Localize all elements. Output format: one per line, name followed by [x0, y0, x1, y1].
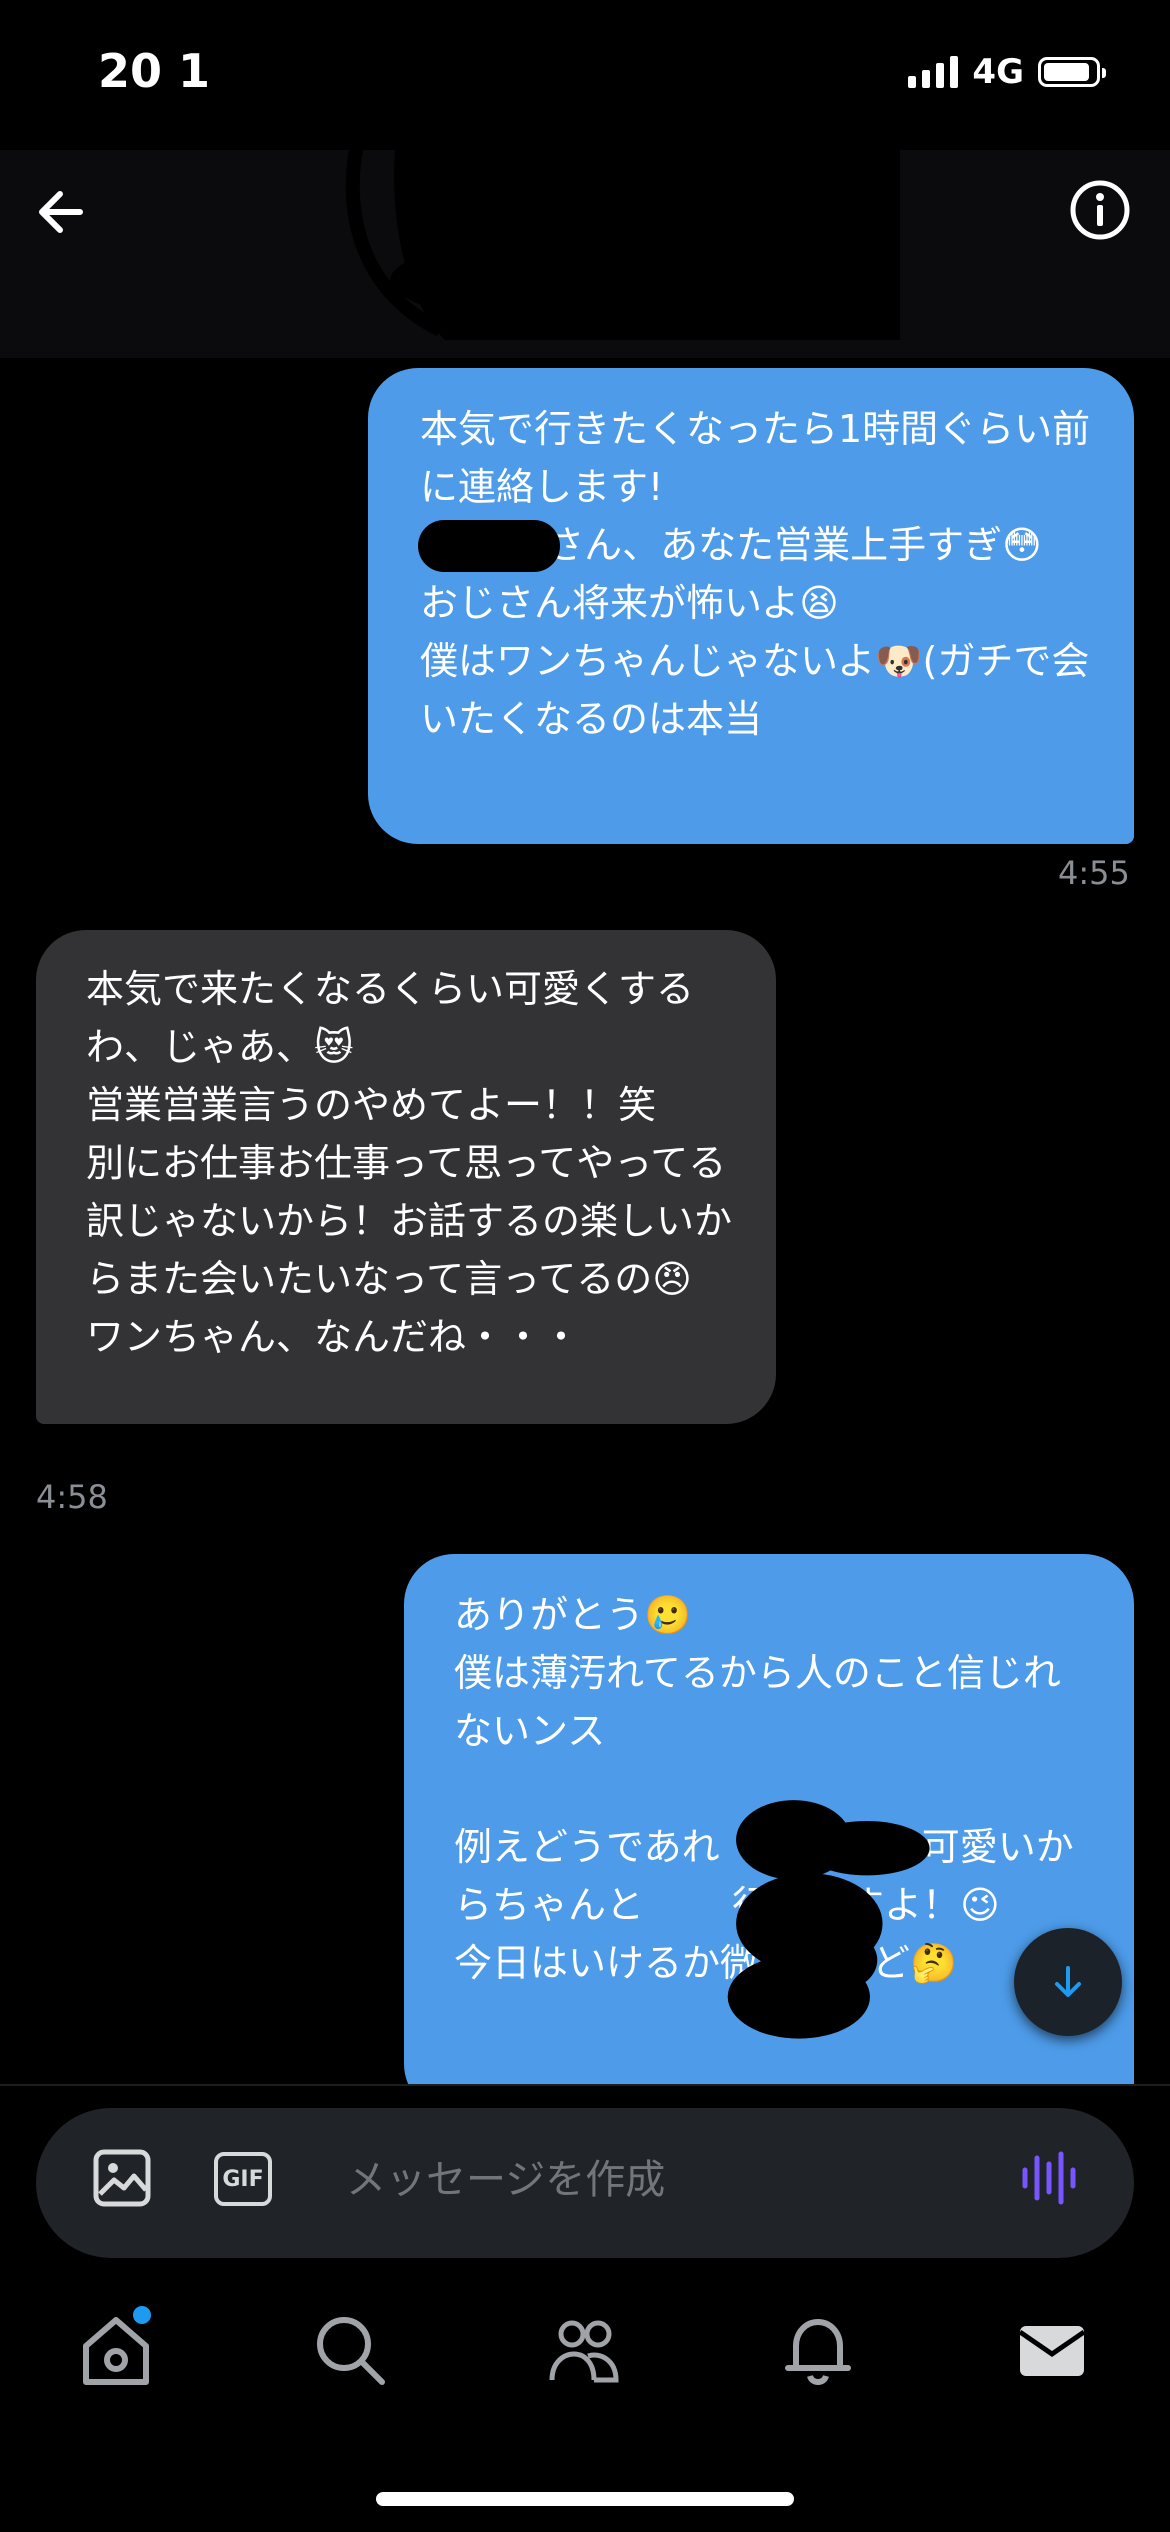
bell-icon[interactable] — [778, 2310, 858, 2390]
redacted-name — [727, 1800, 930, 2039]
message-bubble-received[interactable]: 本気で来たくなるくらい可愛くするわ、じゃあ、😻 営業営業言うのやめてよー！！笑 … — [36, 930, 776, 1424]
message-bubble-sent[interactable]: 本気で行きたくなったら1時間ぐらい前に連絡します! さん、あなた営業上手すぎ😳 … — [368, 368, 1134, 844]
scroll-to-bottom-button[interactable] — [1014, 1928, 1122, 2036]
info-circle-icon[interactable] — [1066, 176, 1134, 244]
redacted-name — [418, 520, 560, 572]
status-indicators: 4G — [908, 52, 1106, 92]
arrow-down-icon — [1055, 1966, 1081, 1997]
back-arrow-icon[interactable] — [30, 180, 94, 244]
message-list[interactable]: 本気で行きたくなったら1時間ぐらい前に連絡します! さん、あなた営業上手すぎ😳 … — [0, 358, 1170, 2084]
notification-dot — [133, 2306, 151, 2324]
message-time: 4:55 — [1058, 854, 1130, 892]
home-indicator — [376, 2492, 794, 2506]
battery-icon — [1038, 57, 1106, 87]
image-icon[interactable] — [92, 2148, 152, 2208]
status-time: 20 1 — [98, 44, 211, 98]
status-bar: 20 1 4G — [0, 0, 1170, 150]
voice-message-icon[interactable] — [1020, 2150, 1080, 2206]
message-input[interactable] — [346, 2150, 946, 2210]
redacted-contact-name — [345, 130, 900, 340]
search-icon[interactable] — [310, 2310, 390, 2390]
signal-icon — [908, 56, 959, 88]
people-icon[interactable] — [544, 2310, 624, 2390]
network-type: 4G — [972, 52, 1024, 92]
message-time: 4:58 — [36, 1478, 108, 1516]
gif-button[interactable]: GIF — [214, 2152, 272, 2206]
mail-icon[interactable] — [1012, 2310, 1092, 2390]
